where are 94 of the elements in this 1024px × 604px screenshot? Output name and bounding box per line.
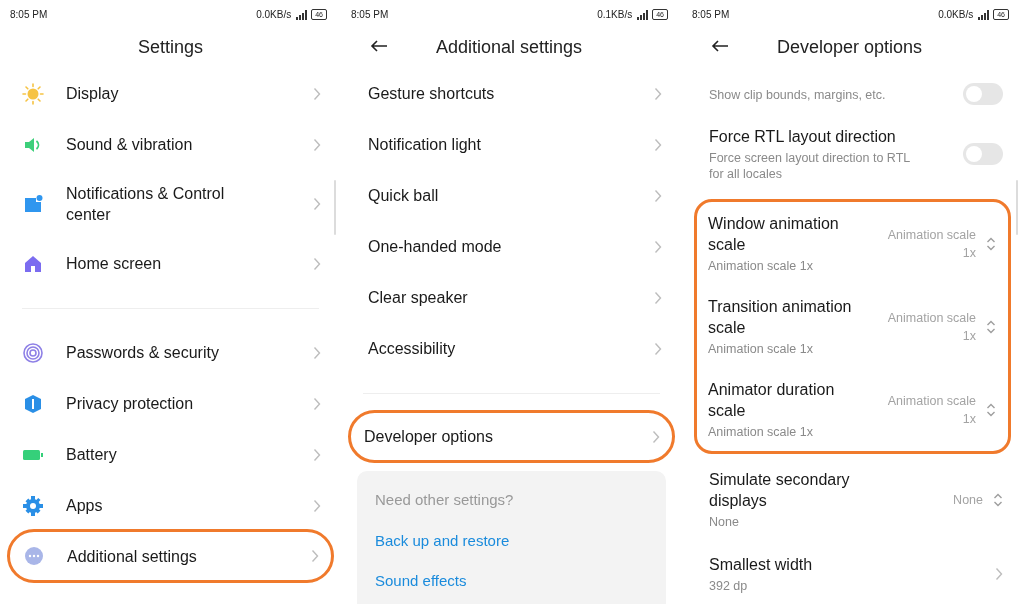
chevron-icon	[313, 396, 321, 411]
up-down-icon	[993, 491, 1003, 508]
settings-row[interactable]: Smallest width 392 dp	[682, 541, 1023, 604]
toggle-switch[interactable]	[963, 82, 1003, 105]
chevron-icon	[313, 86, 321, 101]
back-arrow-icon	[370, 40, 388, 52]
row-title: One-handed mode	[368, 237, 503, 257]
row-title: Notifications & Control center	[66, 184, 226, 225]
chevron-icon	[654, 290, 662, 305]
signal-icon	[976, 9, 991, 20]
chevron-icon	[313, 447, 321, 462]
up-down-icon	[986, 401, 996, 418]
chevron-icon	[313, 137, 321, 152]
screen-title: Settings	[137, 35, 203, 59]
settings-row[interactable]: Apps	[0, 480, 341, 531]
settings-row[interactable]: Privacy protection	[0, 378, 341, 429]
screen-title: Additional settings	[436, 35, 583, 59]
signal-icon	[294, 9, 309, 20]
settings-row[interactable]: One-handed mode	[341, 221, 682, 272]
row-title: Window animation scale	[708, 214, 840, 255]
settings-row[interactable]: Quick ball	[341, 170, 682, 221]
status-time: 8:05 PM	[10, 8, 48, 22]
row-title: Sound & vibration	[66, 135, 194, 155]
row-title: Display	[66, 84, 120, 104]
row-title: Additional settings	[67, 546, 198, 567]
chevron-icon	[654, 137, 662, 152]
selected-value: Animation scale 1x	[886, 309, 976, 345]
settings-row[interactable]: Show clip bounds, margins, etc.	[682, 68, 1023, 119]
row-summary: None	[709, 514, 740, 530]
card-heading: Need other settings?	[375, 490, 515, 510]
chevron-icon	[313, 345, 321, 360]
settings-row[interactable]: Developer options	[348, 410, 675, 463]
row-title: Smallest width	[709, 555, 814, 575]
row-summary: 392 dp	[709, 578, 749, 594]
row-title: Passwords & security	[66, 343, 220, 363]
settings-row[interactable]: Notifications & Control center	[0, 170, 341, 238]
chevron-icon	[313, 498, 321, 513]
settings-row[interactable]: Notification light	[341, 119, 682, 170]
selected-value: Animation scale 1x	[886, 226, 976, 262]
chevron-icon	[311, 549, 319, 563]
row-title: Battery	[66, 445, 118, 465]
network-speed: 0.0KB/s	[938, 8, 974, 22]
row-title: Apps	[66, 496, 104, 516]
row-title: Animator duration scale	[708, 380, 836, 421]
row-summary: Animation scale 1x	[708, 424, 814, 440]
network-speed: 0.0KB/s	[256, 8, 292, 22]
row-title: Privacy protection	[66, 394, 195, 414]
row-title: Quick ball	[368, 186, 440, 206]
settings-row[interactable]: Additional settings	[7, 529, 334, 583]
settings-row[interactable]: Window animation scale Animation scale 1x Animation scale 1x	[697, 202, 1008, 285]
row-title: Accessibility	[368, 339, 457, 359]
row-title: Force RTL layout direction	[709, 127, 897, 147]
row-title: Notification light	[368, 135, 482, 155]
chevron-icon	[654, 341, 662, 356]
settings-row[interactable]: Display	[0, 68, 341, 119]
settings-row[interactable]: Force RTL layout direction Force screen layout direction to RTL for all locales	[682, 119, 1023, 189]
signal-icon	[635, 9, 650, 20]
chevron-icon	[654, 239, 662, 254]
settings-row[interactable]: Passwords & security	[0, 327, 341, 378]
row-summary: Force screen layout direction to RTL for all locales	[709, 150, 911, 182]
up-down-icon	[986, 318, 996, 335]
screen-title: Developer options	[777, 35, 923, 59]
chevron-icon	[654, 188, 662, 203]
settings-row[interactable]: Animator duration scale Animation scale 1x Animation scale 1x	[697, 368, 1008, 451]
chevron-icon	[995, 567, 1003, 581]
row-title: Developer options	[364, 427, 494, 447]
row-title: Gesture shortcuts	[368, 84, 496, 104]
settings-row[interactable]: Battery	[0, 429, 341, 480]
chevron-icon	[652, 429, 660, 444]
toggle-switch[interactable]	[963, 143, 1003, 165]
status-time: 8:05 PM	[351, 8, 389, 22]
settings-row[interactable]: Accessibility	[341, 323, 682, 374]
selected-value: Animation scale 1x	[886, 392, 976, 428]
row-title: Clear speaker	[368, 288, 469, 308]
settings-row[interactable]: Home screen	[0, 238, 341, 289]
row-summary: Animation scale 1x	[708, 258, 814, 274]
row-title: Simulate secondary displays	[709, 470, 851, 511]
chevron-icon	[654, 86, 662, 101]
settings-row[interactable]: Simulate secondary displays None None	[682, 458, 1023, 541]
settings-row[interactable]: Clear speaker	[341, 272, 682, 323]
status-time: 8:05 PM	[692, 8, 730, 22]
row-summary: Show clip bounds, margins, etc.	[709, 87, 887, 103]
row-summary: Animation scale 1x	[708, 341, 814, 357]
row-title: Transition animation scale	[708, 297, 853, 338]
row-title: Home screen	[66, 254, 163, 274]
chevron-icon	[313, 197, 321, 211]
settings-row[interactable]: Gesture shortcuts	[341, 68, 682, 119]
selected-value: None	[952, 491, 983, 509]
up-down-icon	[986, 235, 996, 252]
back-arrow-icon	[711, 40, 729, 52]
settings-row[interactable]: Transition animation scale Animation scale 1x Animation scale 1x	[697, 285, 1008, 368]
network-speed: 0.1KB/s	[597, 8, 633, 22]
settings-row[interactable]: Sound & vibration	[0, 119, 341, 170]
chevron-icon	[313, 256, 321, 271]
